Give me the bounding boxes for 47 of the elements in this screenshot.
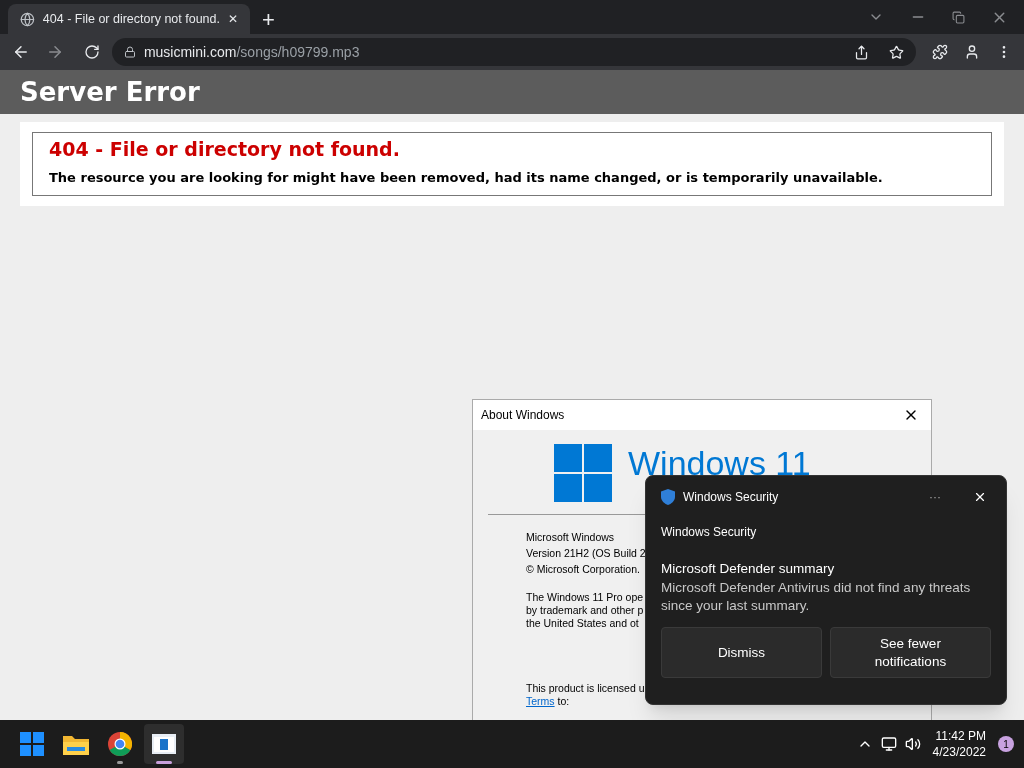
window-icon: [152, 734, 176, 754]
tab-close-button[interactable]: ✕: [228, 10, 238, 28]
back-icon[interactable]: [12, 43, 30, 61]
address-bar[interactable]: musicmini.com/songs/h09799.mp3: [111, 38, 917, 66]
terms-link[interactable]: Terms: [526, 695, 555, 707]
restore-icon[interactable]: [952, 10, 965, 24]
share-icon[interactable]: [854, 44, 870, 60]
shield-icon: [661, 489, 675, 505]
windows-logo-icon: [20, 732, 44, 756]
clock[interactable]: 11:42 PM 4/23/2022: [932, 728, 986, 760]
taskbar-app[interactable]: [144, 724, 184, 764]
url-host: musicmini.com: [143, 42, 237, 62]
toast-button[interactable]: Dismiss: [661, 627, 822, 679]
chrome-icon: [108, 732, 132, 756]
browser-tab[interactable]: 404 - File or directory not found. ✕: [8, 4, 250, 34]
dialog-title: About Windows: [481, 407, 566, 424]
volume-icon[interactable]: [904, 736, 921, 752]
error-message: The resource you are looking for might have been removed, had its name changed, or is temporarily unavailable.: [49, 168, 884, 187]
toast-heading: Microsoft Defender summary: [661, 560, 836, 578]
toast-body: Microsoft Defender Antivirus did not find any threats since your last summary.: [661, 579, 972, 616]
error-title: 404 - File or directory not found.: [49, 137, 401, 162]
about-text-line: Version 21H2 (OS Build 2: [526, 546, 646, 561]
more-options-button[interactable]: ···: [929, 488, 941, 506]
extensions-icon[interactable]: [932, 44, 949, 60]
bookmark-star-icon[interactable]: [889, 44, 905, 60]
globe-icon: [20, 11, 35, 27]
about-text-line: © Microsoft Corporation.: [526, 562, 640, 577]
about-text-line: Microsoft Windows: [526, 530, 615, 545]
toast-app-name: Windows Security: [683, 489, 780, 506]
reload-icon[interactable]: [83, 44, 100, 60]
toast-source: Windows Security: [661, 524, 758, 541]
new-tab-button[interactable]: +: [262, 9, 275, 31]
about-text-line: The Windows 11 Pro ope: [526, 591, 644, 604]
tab-title: 404 - File or directory not found.: [42, 10, 220, 28]
lock-icon: [123, 46, 136, 58]
about-text-line: the United States and ot: [526, 617, 639, 630]
about-text-line: by trademark and other p: [526, 604, 644, 617]
close-icon[interactable]: [973, 490, 987, 504]
windows-logo-icon: [554, 444, 612, 502]
about-text-line: This product is licensed u: [526, 682, 645, 695]
folder-icon: [63, 733, 89, 755]
page-header: Server Error: [0, 70, 1024, 114]
toast-button[interactable]: See fewer notifications: [830, 627, 991, 679]
windows-wordmark: Windows 11: [628, 446, 811, 480]
notification-badge[interactable]: 1: [998, 736, 1014, 752]
url-path: /songs/h09799.mp3: [236, 42, 360, 62]
about-text-line: to:: [556, 695, 570, 707]
